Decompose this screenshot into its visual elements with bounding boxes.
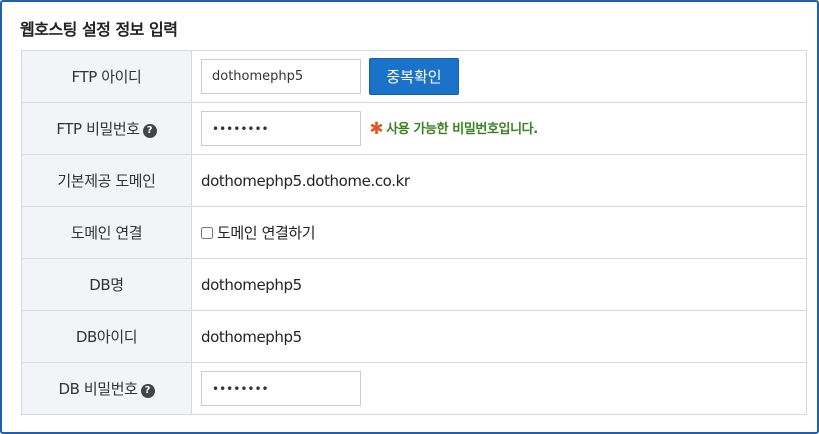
db-name-row: DB명 dothomephp5: [21, 258, 807, 311]
domain-connect-checkbox[interactable]: [201, 226, 213, 239]
db-password-cell: [191, 362, 807, 415]
panel-title: 웹호스팅 설정 정보 입력: [20, 20, 178, 39]
help-icon[interactable]: ?: [142, 124, 157, 138]
ftp-password-label: FTP 비밀번호: [56, 120, 140, 138]
domain-connect-checkbox-label: 도메인 연결하기: [217, 224, 316, 242]
default-domain-value: dothomephp5.dothome.co.kr: [191, 154, 807, 207]
default-domain-label: 기본제공 도메인: [21, 154, 192, 207]
ftp-id-input[interactable]: [201, 59, 361, 94]
db-password-input[interactable]: [201, 371, 361, 406]
domain-connect-option[interactable]: 도메인 연결하기: [201, 222, 316, 243]
ftp-password-label-cell: FTP 비밀번호?: [21, 102, 192, 155]
asterisk-icon: ✱: [369, 119, 384, 139]
settings-panel: 웹호스팅 설정 정보 입력 FTP 아이디 중복확인 FTP 비밀번호? ✱사용…: [0, 0, 819, 434]
db-password-label: DB 비밀번호: [58, 380, 138, 398]
db-name-value: dothomephp5: [191, 258, 807, 311]
domain-connect-row: 도메인 연결 도메인 연결하기: [21, 206, 807, 259]
db-password-row: DB 비밀번호?: [21, 362, 807, 415]
password-status-text: 사용 가능한 비밀번호입니다.: [386, 122, 538, 137]
help-icon[interactable]: ?: [140, 384, 155, 398]
domain-connect-cell: 도메인 연결하기: [191, 206, 807, 259]
default-domain-row: 기본제공 도메인 dothomephp5.dothome.co.kr: [21, 154, 807, 207]
db-password-label-cell: DB 비밀번호?: [21, 362, 192, 415]
ftp-id-label: FTP 아이디: [21, 50, 192, 103]
ftp-password-row: FTP 비밀번호? ✱사용 가능한 비밀번호입니다.: [21, 102, 807, 155]
ftp-id-row: FTP 아이디 중복확인: [21, 50, 807, 103]
domain-connect-label: 도메인 연결: [21, 206, 192, 259]
duplicate-check-button[interactable]: 중복확인: [369, 58, 459, 95]
settings-form-table: FTP 아이디 중복확인 FTP 비밀번호? ✱사용 가능한 비밀번호입니다. …: [21, 50, 807, 415]
ftp-password-input[interactable]: [201, 111, 361, 146]
ftp-password-cell: ✱사용 가능한 비밀번호입니다.: [191, 102, 807, 155]
db-id-row: DB아이디 dothomephp5: [21, 310, 807, 363]
db-id-label: DB아이디: [21, 310, 192, 363]
ftp-id-cell: 중복확인: [191, 50, 807, 103]
password-status-message: ✱ 사용 가능한 비밀번호입니다.: [369, 118, 538, 139]
db-name-label: DB명: [21, 258, 192, 311]
db-id-value: dothomephp5: [191, 310, 807, 363]
